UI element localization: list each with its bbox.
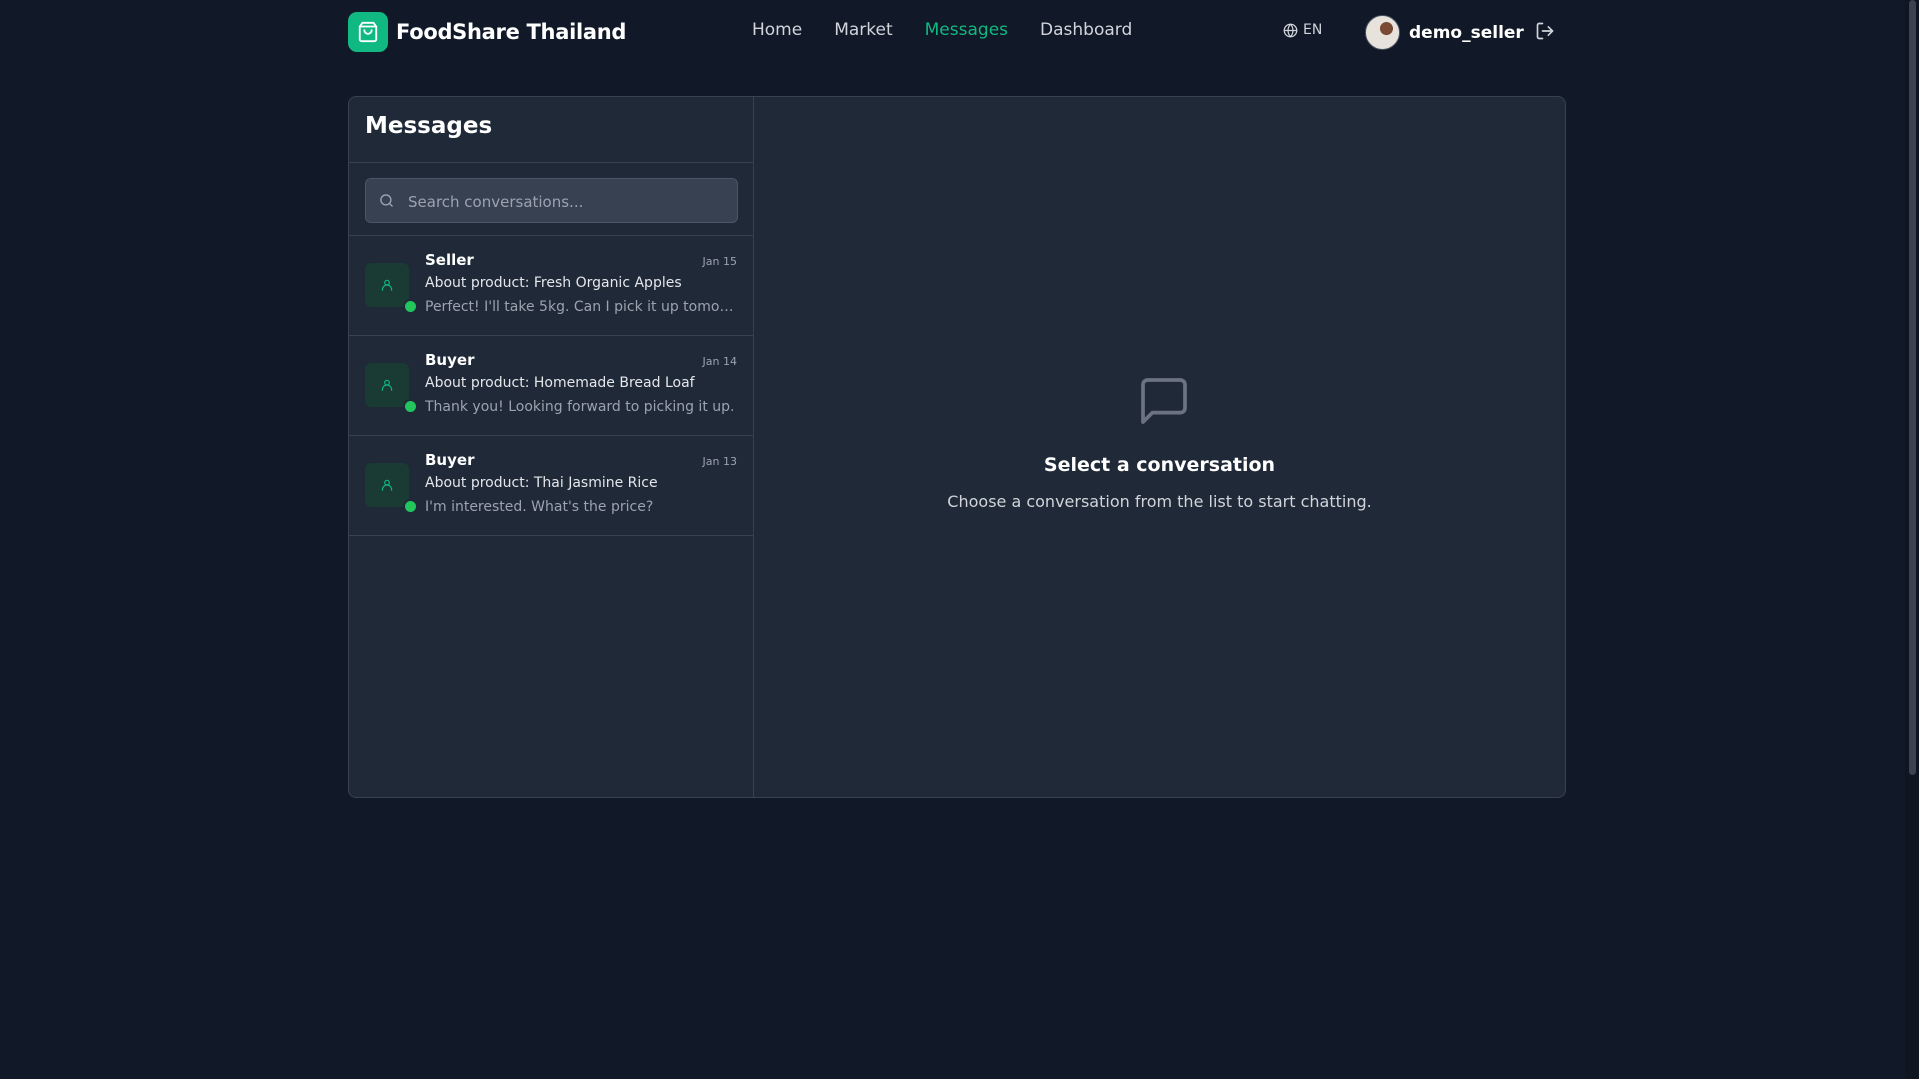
conversation-subject: About product: Fresh Organic Apples [425, 275, 682, 291]
user-icon [365, 263, 409, 307]
user-icon [365, 363, 409, 407]
online-status-dot [403, 499, 418, 514]
conversation-preview: I'm interested. What's the price? [425, 499, 654, 515]
empty-state-subtitle: Choose a conversation from the list to s… [947, 492, 1372, 511]
main-nav: Home Market Messages Dashboard [752, 20, 1132, 40]
avatar [1365, 15, 1400, 50]
conversation-list: Seller Jan 15 About product: Fresh Organ… [349, 236, 753, 536]
brand-name: FoodShare Thailand [396, 20, 627, 44]
username: demo_seller [1409, 22, 1524, 43]
conversation-preview: Thank you! Looking forward to picking it… [425, 399, 735, 415]
conversation-item[interactable]: Buyer Jan 13 About product: Thai Jasmine… [349, 436, 753, 536]
conversation-name: Buyer [425, 451, 475, 469]
conversation-name: Seller [425, 251, 474, 269]
conversation-item[interactable]: Seller Jan 15 About product: Fresh Organ… [349, 236, 753, 336]
shopping-bag-icon [348, 12, 388, 52]
nav-dashboard[interactable]: Dashboard [1040, 20, 1132, 40]
user-icon [365, 463, 409, 507]
conversation-subject: About product: Thai Jasmine Rice [425, 475, 658, 491]
language-switcher[interactable]: EN [1283, 22, 1322, 38]
search-icon [380, 194, 393, 207]
search-section [349, 162, 753, 236]
conversation-preview: Perfect! I'll take 5kg. Can I pick it up… [425, 299, 737, 315]
messages-panel: Messages Seller Jan 15 About product: Fr… [348, 96, 1566, 798]
online-status-dot [403, 299, 418, 314]
sidebar-header: Messages [349, 97, 753, 163]
conversation-date: Jan 14 [702, 355, 737, 368]
brand[interactable]: FoodShare Thailand [348, 12, 626, 52]
chat-area: Select a conversation Choose a conversat… [754, 97, 1565, 797]
conversation-sidebar: Messages Seller Jan 15 About product: Fr… [349, 97, 754, 797]
globe-icon [1283, 23, 1298, 37]
nav-home[interactable]: Home [752, 20, 802, 40]
user-menu[interactable]: demo_seller [1365, 15, 1524, 50]
empty-state-title: Select a conversation [1043, 454, 1276, 476]
message-square-icon [1141, 378, 1187, 424]
top-navbar: FoodShare Thailand Home Market Messages … [0, 0, 1905, 62]
nav-messages[interactable]: Messages [925, 20, 1008, 40]
conversation-date: Jan 13 [702, 455, 737, 468]
logout-icon [1536, 22, 1554, 40]
online-status-dot [403, 399, 418, 414]
conversation-name: Buyer [425, 351, 475, 369]
page-scrollbar[interactable] [1905, 0, 1919, 1079]
search-input[interactable] [406, 179, 730, 224]
scrollbar-thumb[interactable] [1909, 0, 1916, 775]
page-title: Messages [365, 113, 493, 139]
conversation-date: Jan 15 [702, 255, 737, 268]
search-box[interactable] [365, 178, 738, 224]
nav-market[interactable]: Market [834, 20, 892, 40]
logout-button[interactable] [1535, 21, 1555, 45]
language-label: EN [1303, 22, 1323, 38]
conversation-item[interactable]: Buyer Jan 14 About product: Homemade Bre… [349, 336, 753, 436]
conversation-subject: About product: Homemade Bread Loaf [425, 375, 695, 391]
